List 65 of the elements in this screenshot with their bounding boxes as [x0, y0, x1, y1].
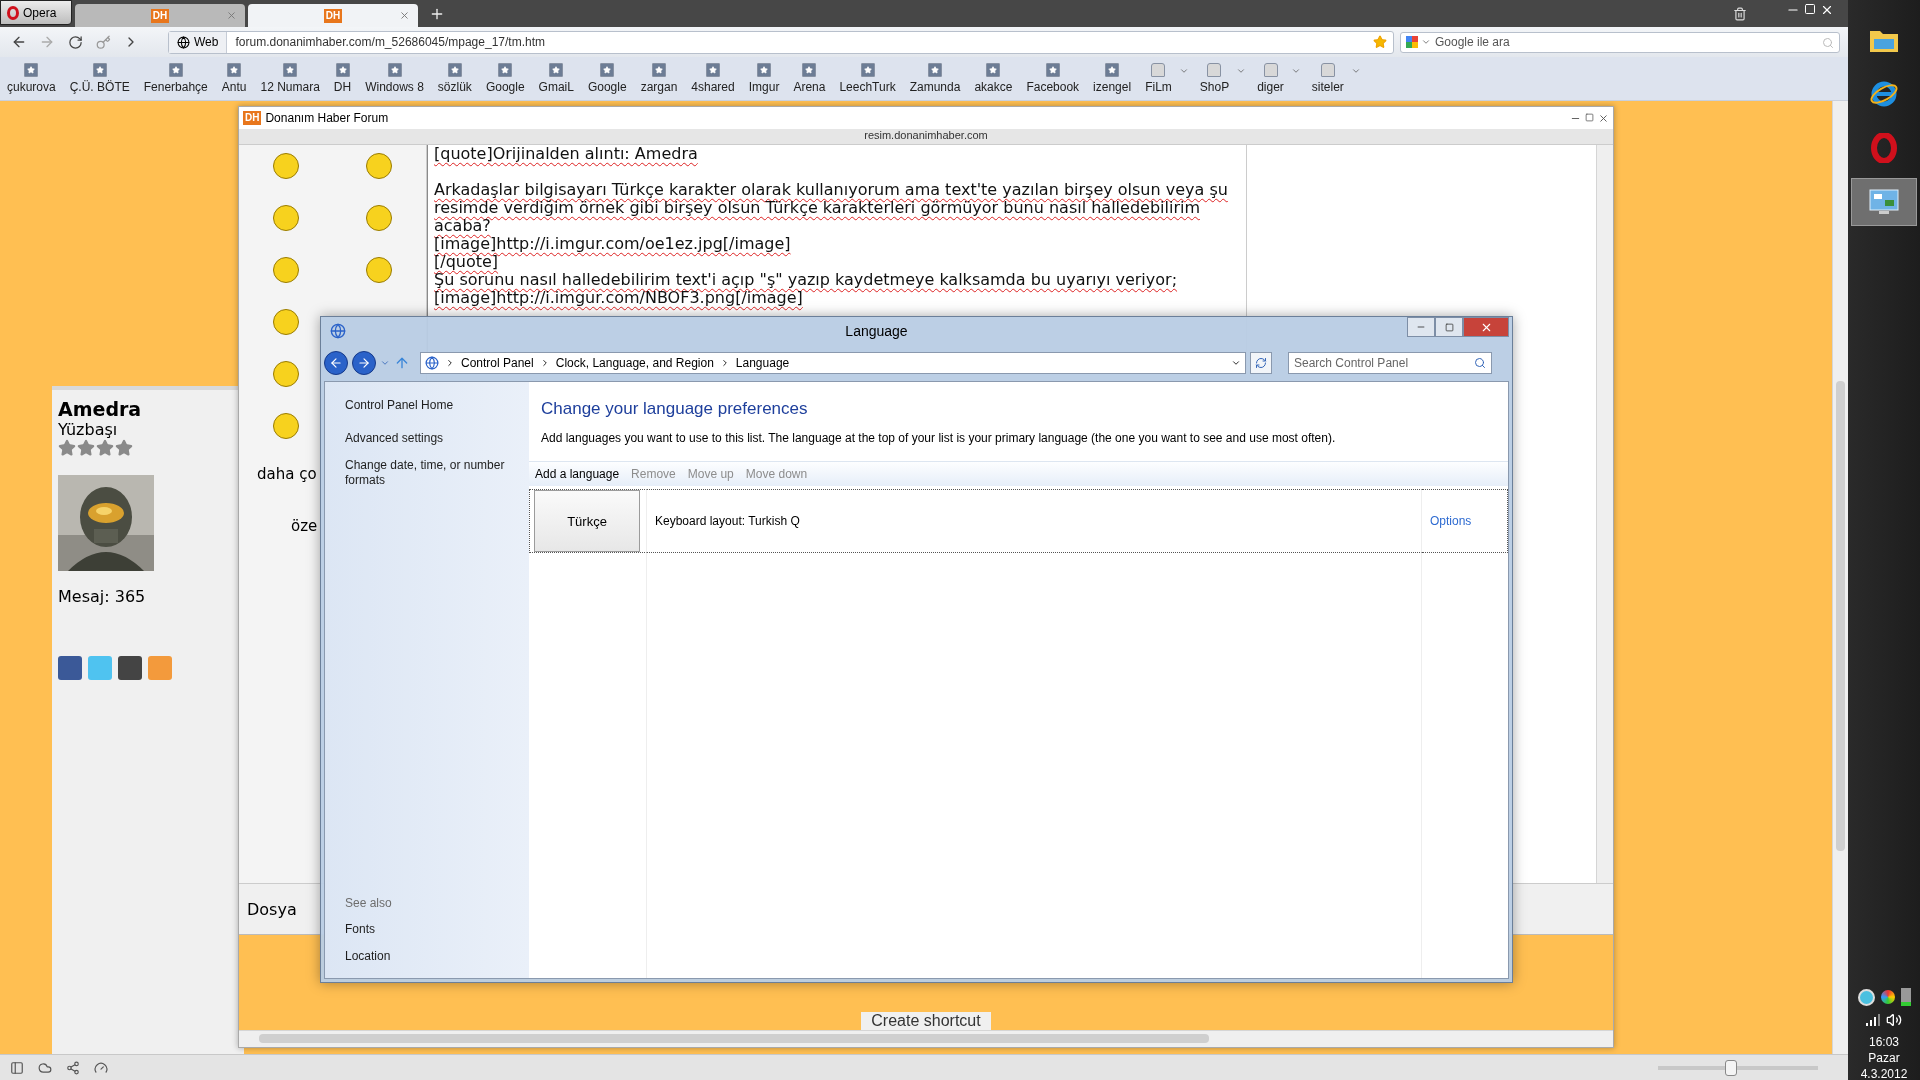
bookmark[interactable]: Windows 8 — [362, 63, 427, 94]
text-fragment: öze — [291, 517, 318, 537]
section-heading: See also — [345, 896, 393, 910]
breadcrumb-item[interactable]: Clock, Language, and Region — [555, 356, 714, 370]
address-bar[interactable]: Control Panel Clock, Language, and Region Language — [420, 352, 1246, 374]
bookmark[interactable]: Fenerbahçe — [140, 63, 211, 94]
search-field[interactable]: Search Control Panel — [1288, 352, 1492, 374]
bookmark[interactable]: Ç.Ü. BÖTE — [66, 63, 133, 94]
bookmark[interactable]: ShoP — [1196, 63, 1233, 94]
keyboard-layout: Keyboard layout: Turkish Q — [655, 514, 800, 528]
bookmark[interactable]: Antu — [218, 63, 250, 94]
editor-line: [image]http://i.imgur.com/NBOF3.png[/image] — [434, 289, 804, 307]
bookmark[interactable]: Arena — [790, 63, 829, 94]
site-logo: DH — [150, 8, 170, 23]
bookmark[interactable]: diger — [1254, 63, 1287, 94]
bookmark[interactable]: LeechTurk — [836, 63, 899, 94]
language-tile[interactable]: Türkçe — [534, 490, 640, 552]
breadcrumb-item[interactable]: Language — [735, 356, 790, 370]
bookmark[interactable]: FiLm — [1142, 63, 1175, 94]
bookmark[interactable]: Facebook — [1023, 63, 1083, 94]
host-label: resim.donanimhaber.com — [239, 129, 1613, 145]
bookmark[interactable]: siteler — [1308, 63, 1347, 94]
clock[interactable]: 16:03 Pazar 4.3.2012 — [1860, 1034, 1908, 1080]
editor-line: Şu sorunu nasıl halledebilirim text'i açıp "ş" yazıp kaydetmeye kalksamda bu uyarıyı veriyor; — [434, 271, 1179, 289]
sidebar-link[interactable]: Control Panel Home — [345, 398, 511, 413]
sidebar-link[interactable]: Change date, time, or number formats — [345, 458, 511, 488]
web-badge[interactable]: Web — [169, 31, 228, 53]
bookmark[interactable]: çukurova — [4, 63, 59, 94]
bookmark[interactable]: Imgur — [745, 63, 783, 94]
bookmark[interactable]: GmaiL — [535, 63, 577, 94]
bookmark[interactable]: 12 Numara — [257, 63, 323, 94]
opera-menu-button[interactable]: Opera — [0, 0, 72, 25]
message-count: Mesaj: 365 — [58, 587, 147, 606]
address-field[interactable]: Web forum.donanimhaber.com/m_52686045/mpage_17/tm.htm — [168, 30, 1394, 54]
bookmark[interactable]: Google — [584, 63, 630, 94]
bookmark[interactable]: sözlük — [434, 63, 475, 94]
bookmark[interactable]: Zamunda — [906, 63, 964, 94]
user-rank: Yüzbaşı — [58, 420, 119, 439]
breadcrumb-item[interactable]: Control Panel — [461, 356, 534, 370]
editor-line: [image]http://i.imgur.com/oe1ez.jpg[/image] — [434, 235, 792, 253]
bookmark[interactable]: izengel — [1090, 63, 1135, 94]
site-logo: DH — [243, 111, 262, 125]
text-fragment: daha ço — [257, 465, 317, 485]
search-field[interactable]: Google ile ara — [1400, 31, 1840, 53]
editor-line: [/quote] — [434, 253, 500, 271]
bookmark[interactable]: 4shared — [688, 63, 738, 94]
sidebar-link[interactable]: Location — [345, 949, 511, 964]
menu-item[interactable]: Create shortcut — [861, 1012, 991, 1030]
bookmark[interactable]: Google — [482, 63, 528, 94]
user-name: Amedra — [58, 398, 143, 420]
window-title: Language — [845, 323, 908, 339]
sidebar-link[interactable]: Advanced settings — [345, 431, 511, 446]
bookmark[interactable]: akakce — [971, 63, 1016, 94]
window-title: Donanım Haber Forum — [265, 111, 389, 125]
bookmark[interactable]: DH — [330, 63, 355, 94]
page-heading: Change your language preferences — [540, 398, 809, 419]
editor-line: [quote]Orijinalden alıntı: Amedra — [434, 145, 699, 163]
site-logo: DH — [323, 8, 343, 23]
options-link[interactable]: Options — [1430, 514, 1472, 528]
bookmark[interactable]: zargan — [637, 63, 681, 94]
description: Add languages you want to use to this list. The language at the top of your list is your primary language (the one you want to see and use most often). — [541, 431, 1337, 445]
editor-line: Arkadaşlar bilgisayarı Türkçe karakter olarak kullanıyorum ama text'te yazılan birşey olsun veya şu resimde verdiğim örnek gibi birşey olsun Türkçe karakterleri görmüyor bunu nasıl halledebilirim acaba? — [434, 181, 1229, 235]
sidebar-link[interactable]: Fonts — [345, 922, 511, 937]
footer-label: Dosya — [247, 899, 297, 919]
toolbar-button[interactable]: Add a language — [535, 467, 620, 481]
